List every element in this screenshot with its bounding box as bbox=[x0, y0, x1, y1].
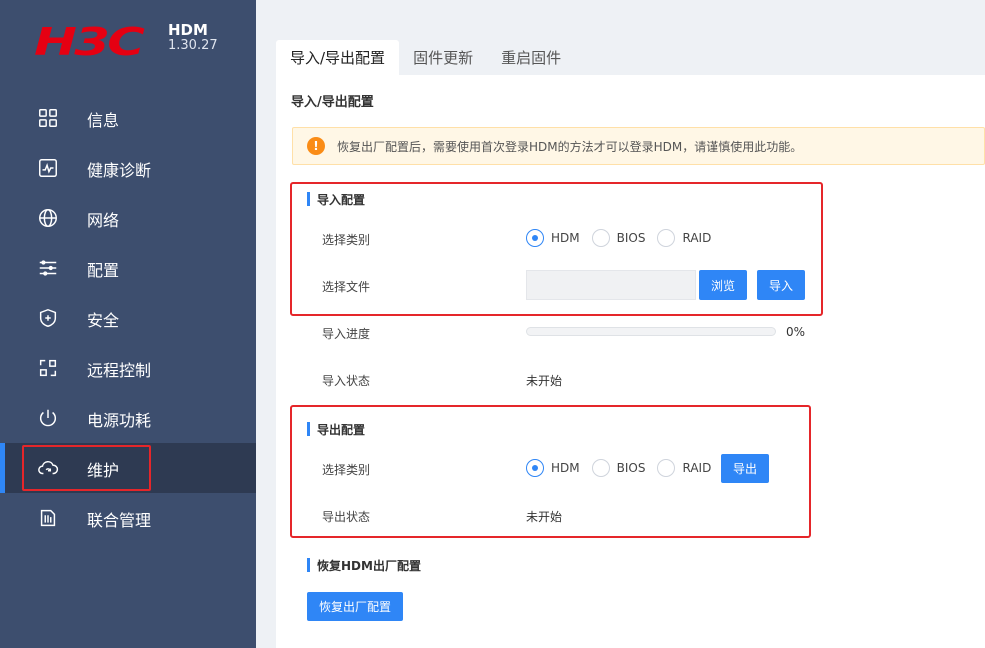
radio-dot bbox=[526, 459, 544, 477]
browse-button[interactable]: 浏览 bbox=[699, 270, 747, 300]
file-path-input[interactable] bbox=[526, 270, 696, 300]
product-version: HDM 1.30.27 bbox=[168, 22, 218, 54]
tab-firmware-update[interactable]: 固件更新 bbox=[399, 40, 487, 75]
export-radio-bios[interactable]: BIOS bbox=[591, 459, 646, 477]
export-radio-hdm[interactable]: HDM bbox=[526, 459, 580, 477]
radio-dot bbox=[657, 459, 676, 477]
export-status-label: 导出状态 bbox=[322, 510, 371, 524]
cloud-sync-icon bbox=[36, 456, 60, 480]
radio-label: BIOS bbox=[616, 461, 646, 475]
radio-label: RAID bbox=[682, 461, 712, 475]
radio-label: RAID bbox=[682, 231, 712, 245]
sidebar-nav: 信息 健康诊断 网络 配置 安全 远程控制 电源功耗 维护 联合管理 bbox=[0, 93, 256, 543]
import-file-label: 选择文件 bbox=[322, 280, 371, 294]
export-radio-raid[interactable]: RAID bbox=[657, 459, 711, 477]
sidebar-item-label: 健康诊断 bbox=[87, 161, 152, 180]
import-progress-bar bbox=[526, 327, 776, 336]
export-button[interactable]: 导出 bbox=[721, 454, 769, 483]
sidebar-item-label: 网络 bbox=[87, 211, 120, 230]
export-section-title: 导出配置 bbox=[307, 421, 365, 438]
sidebar-item-label: 安全 bbox=[87, 311, 120, 330]
import-status-value: 未开始 bbox=[526, 374, 563, 388]
export-type-radios: HDM BIOS RAID bbox=[526, 459, 723, 477]
sidebar-item-label: 电源功耗 bbox=[87, 411, 152, 430]
sidebar-item-label: 配置 bbox=[87, 261, 120, 280]
restore-section-title: 恢复HDM出厂配置 bbox=[307, 557, 421, 574]
import-section-title: 导入配置 bbox=[307, 191, 365, 208]
sidebar-item-remote[interactable]: 远程控制 bbox=[0, 343, 256, 393]
radio-dot bbox=[657, 229, 676, 247]
shield-plus-icon bbox=[36, 306, 60, 330]
radio-dot bbox=[526, 229, 544, 247]
sidebar-item-label: 维护 bbox=[87, 461, 120, 480]
warning-text: 恢复出厂配置后，需要使用首次登录HDM的方法才可以登录HDM，请谨慎使用此功能。 bbox=[337, 139, 803, 154]
radio-dot bbox=[591, 459, 610, 477]
import-status-label: 导入状态 bbox=[322, 374, 371, 388]
sidebar-item-info[interactable]: 信息 bbox=[0, 93, 256, 143]
content-panel: 导入/导出配置 ! 恢复出厂配置后，需要使用首次登录HDM的方法才可以登录HDM… bbox=[276, 75, 985, 648]
sidebar-item-config[interactable]: 配置 bbox=[0, 243, 256, 293]
radio-dot bbox=[591, 229, 610, 247]
remote-icon bbox=[36, 356, 60, 380]
restore-factory-button[interactable]: 恢复出厂配置 bbox=[307, 592, 403, 621]
tab-restart-firmware[interactable]: 重启固件 bbox=[487, 40, 575, 75]
sidebar-item-maintenance[interactable]: 维护 bbox=[0, 443, 256, 493]
warning-icon: ! bbox=[307, 137, 325, 155]
tab-bar: 导入/导出配置 固件更新 重启固件 bbox=[276, 40, 575, 75]
sidebar-item-health[interactable]: 健康诊断 bbox=[0, 143, 256, 193]
sidebar-item-label: 联合管理 bbox=[87, 511, 152, 530]
main-area: 导入/导出配置 固件更新 重启固件 导入/导出配置 ! 恢复出厂配置后，需要使用… bbox=[256, 0, 985, 648]
sidebar-item-security[interactable]: 安全 bbox=[0, 293, 256, 343]
active-indicator bbox=[0, 443, 5, 493]
sidebar-item-label: 信息 bbox=[87, 111, 120, 130]
import-progress-text: 0% bbox=[786, 325, 806, 339]
import-progress-label: 导入进度 bbox=[322, 327, 371, 341]
pulse-icon bbox=[36, 156, 60, 180]
product-name: HDM bbox=[168, 21, 208, 39]
sidebar: H3C HDM 1.30.27 信息 健康诊断 网络 配置 安全 远程控制 电源… bbox=[0, 0, 256, 648]
power-icon bbox=[36, 406, 60, 430]
import-radio-hdm[interactable]: HDM bbox=[526, 229, 580, 247]
sidebar-item-federation[interactable]: 联合管理 bbox=[0, 493, 256, 543]
import-type-radios: HDM BIOS RAID bbox=[526, 229, 723, 247]
export-status-value: 未开始 bbox=[526, 510, 563, 524]
globe-icon bbox=[36, 206, 60, 230]
radio-label: HDM bbox=[551, 231, 580, 245]
radio-label: BIOS bbox=[616, 231, 646, 245]
sidebar-item-network[interactable]: 网络 bbox=[0, 193, 256, 243]
server-doc-icon bbox=[36, 506, 60, 530]
sidebar-item-power[interactable]: 电源功耗 bbox=[0, 393, 256, 443]
export-type-label: 选择类别 bbox=[322, 463, 371, 477]
sidebar-item-label: 远程控制 bbox=[87, 361, 152, 380]
grid-icon bbox=[36, 106, 60, 130]
warning-banner: ! 恢复出厂配置后，需要使用首次登录HDM的方法才可以登录HDM，请谨慎使用此功… bbox=[292, 127, 985, 165]
logo-text: H3C bbox=[34, 20, 145, 64]
import-button[interactable]: 导入 bbox=[757, 270, 805, 300]
import-radio-bios[interactable]: BIOS bbox=[591, 229, 646, 247]
sliders-icon bbox=[36, 256, 60, 280]
radio-label: HDM bbox=[551, 461, 580, 475]
version-number: 1.30.27 bbox=[168, 38, 218, 53]
page-title: 导入/导出配置 bbox=[291, 95, 374, 110]
tab-import-export[interactable]: 导入/导出配置 bbox=[276, 40, 400, 75]
import-type-label: 选择类别 bbox=[322, 233, 371, 247]
import-radio-raid[interactable]: RAID bbox=[657, 229, 711, 247]
